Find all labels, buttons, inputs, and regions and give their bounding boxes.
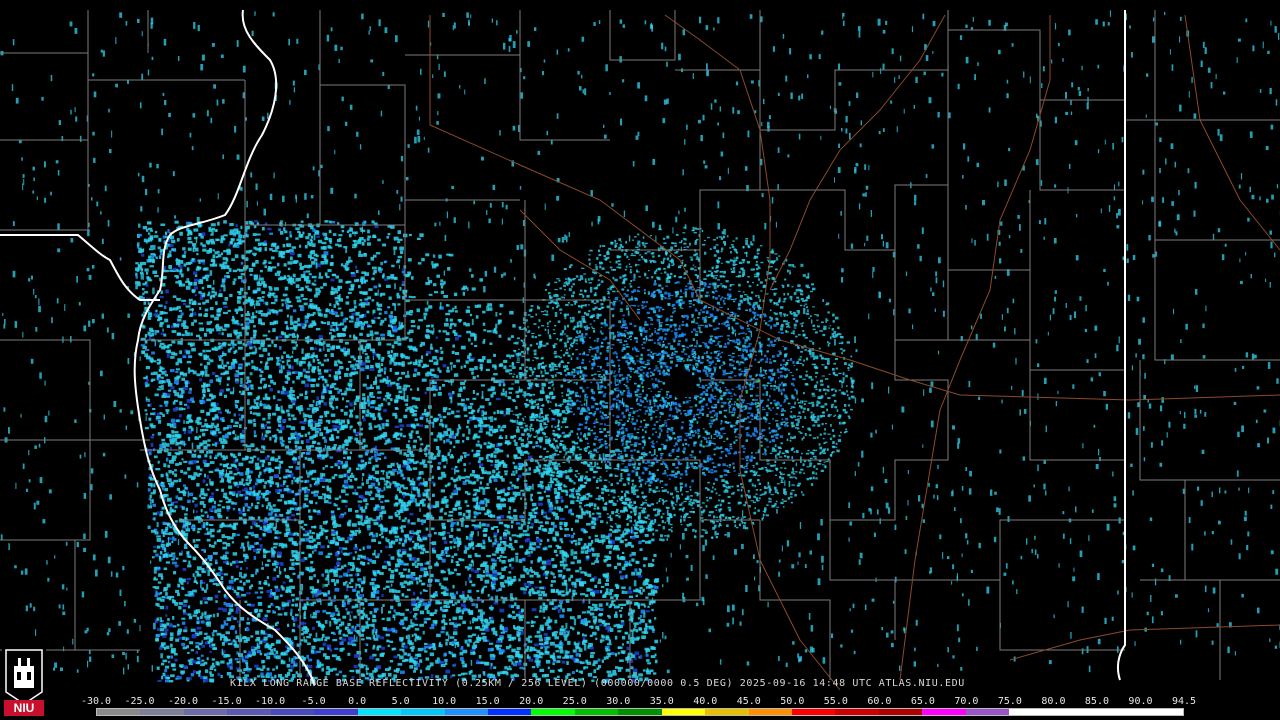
colorbar-segment <box>487 709 532 715</box>
colorbar-segment <box>965 709 1010 715</box>
colorbar-segment <box>444 709 488 715</box>
niu-logo-icon: NIU <box>2 646 46 718</box>
colorbar-segment <box>922 709 966 715</box>
colorbar-segment <box>1139 709 1183 715</box>
scale-label: -30.0 <box>80 696 112 707</box>
product-title: KILX LONG RANGE BASE REFLECTIVITY (0.25K… <box>230 678 965 689</box>
scale-label: 65.0 <box>910 696 935 707</box>
colorbar-segment <box>357 709 402 715</box>
scale-label: 55.0 <box>823 696 848 707</box>
colorbar-segment <box>140 709 184 715</box>
scale-label: 25.0 <box>562 696 587 707</box>
colorbar-segment <box>705 709 749 715</box>
scale-label: 94.5 <box>1171 696 1197 707</box>
colorbar-segment <box>1052 709 1097 715</box>
colorbar-segment <box>574 709 619 715</box>
scale-label: 35.0 <box>649 696 674 707</box>
colorbar-segment <box>401 709 445 715</box>
colorbar-segment <box>227 709 271 715</box>
scale-label: -20.0 <box>167 696 199 707</box>
colorbar-segment <box>878 709 923 715</box>
scale-label: 90.0 <box>1128 696 1153 707</box>
colorbar-segment <box>314 709 358 715</box>
scale-label: 50.0 <box>780 696 805 707</box>
colorbar-segment <box>835 709 879 715</box>
scale-label: -10.0 <box>255 696 286 707</box>
colorbar-segment <box>270 709 315 715</box>
scale-label: -5.0 <box>301 696 326 707</box>
colorbar-segment <box>1096 709 1140 715</box>
colorbar-segment <box>792 709 836 715</box>
radar-map <box>0 0 1280 720</box>
colorbar-segment <box>618 709 662 715</box>
colorbar-segment <box>531 709 575 715</box>
scale-label: 70.0 <box>954 696 979 707</box>
scale-label: 30.0 <box>606 696 631 707</box>
scale-label: 45.0 <box>736 696 761 707</box>
colorbar-segment <box>1009 709 1053 715</box>
scale-label: 15.0 <box>475 696 500 707</box>
colorbar-segment <box>97 709 141 715</box>
scale-label: -15.0 <box>211 696 242 707</box>
scale-label: 10.0 <box>432 696 457 707</box>
colorbar-segment <box>661 709 706 715</box>
reflectivity-colorbar <box>96 708 1184 716</box>
scale-label: 85.0 <box>1084 696 1109 707</box>
scale-labels: -30.0 -25.0 -20.0 -15.0 -10.0 -5.0 0.0 5.0 10.0 1… <box>81 696 1196 708</box>
scale-label: 20.0 <box>519 696 544 707</box>
scale-label: 80.0 <box>1041 696 1066 707</box>
scale-label: 5.0 <box>391 696 410 707</box>
scale-label: 40.0 <box>693 696 718 707</box>
scale-label: 60.0 <box>867 696 892 707</box>
scale-label: 0.0 <box>348 696 367 707</box>
colorbar-segment <box>183 709 228 715</box>
scale-label: -25.0 <box>124 696 155 707</box>
colorbar-segment <box>748 709 792 715</box>
logo-text: NIU <box>14 701 35 715</box>
scale-label: 75.0 <box>997 696 1022 707</box>
